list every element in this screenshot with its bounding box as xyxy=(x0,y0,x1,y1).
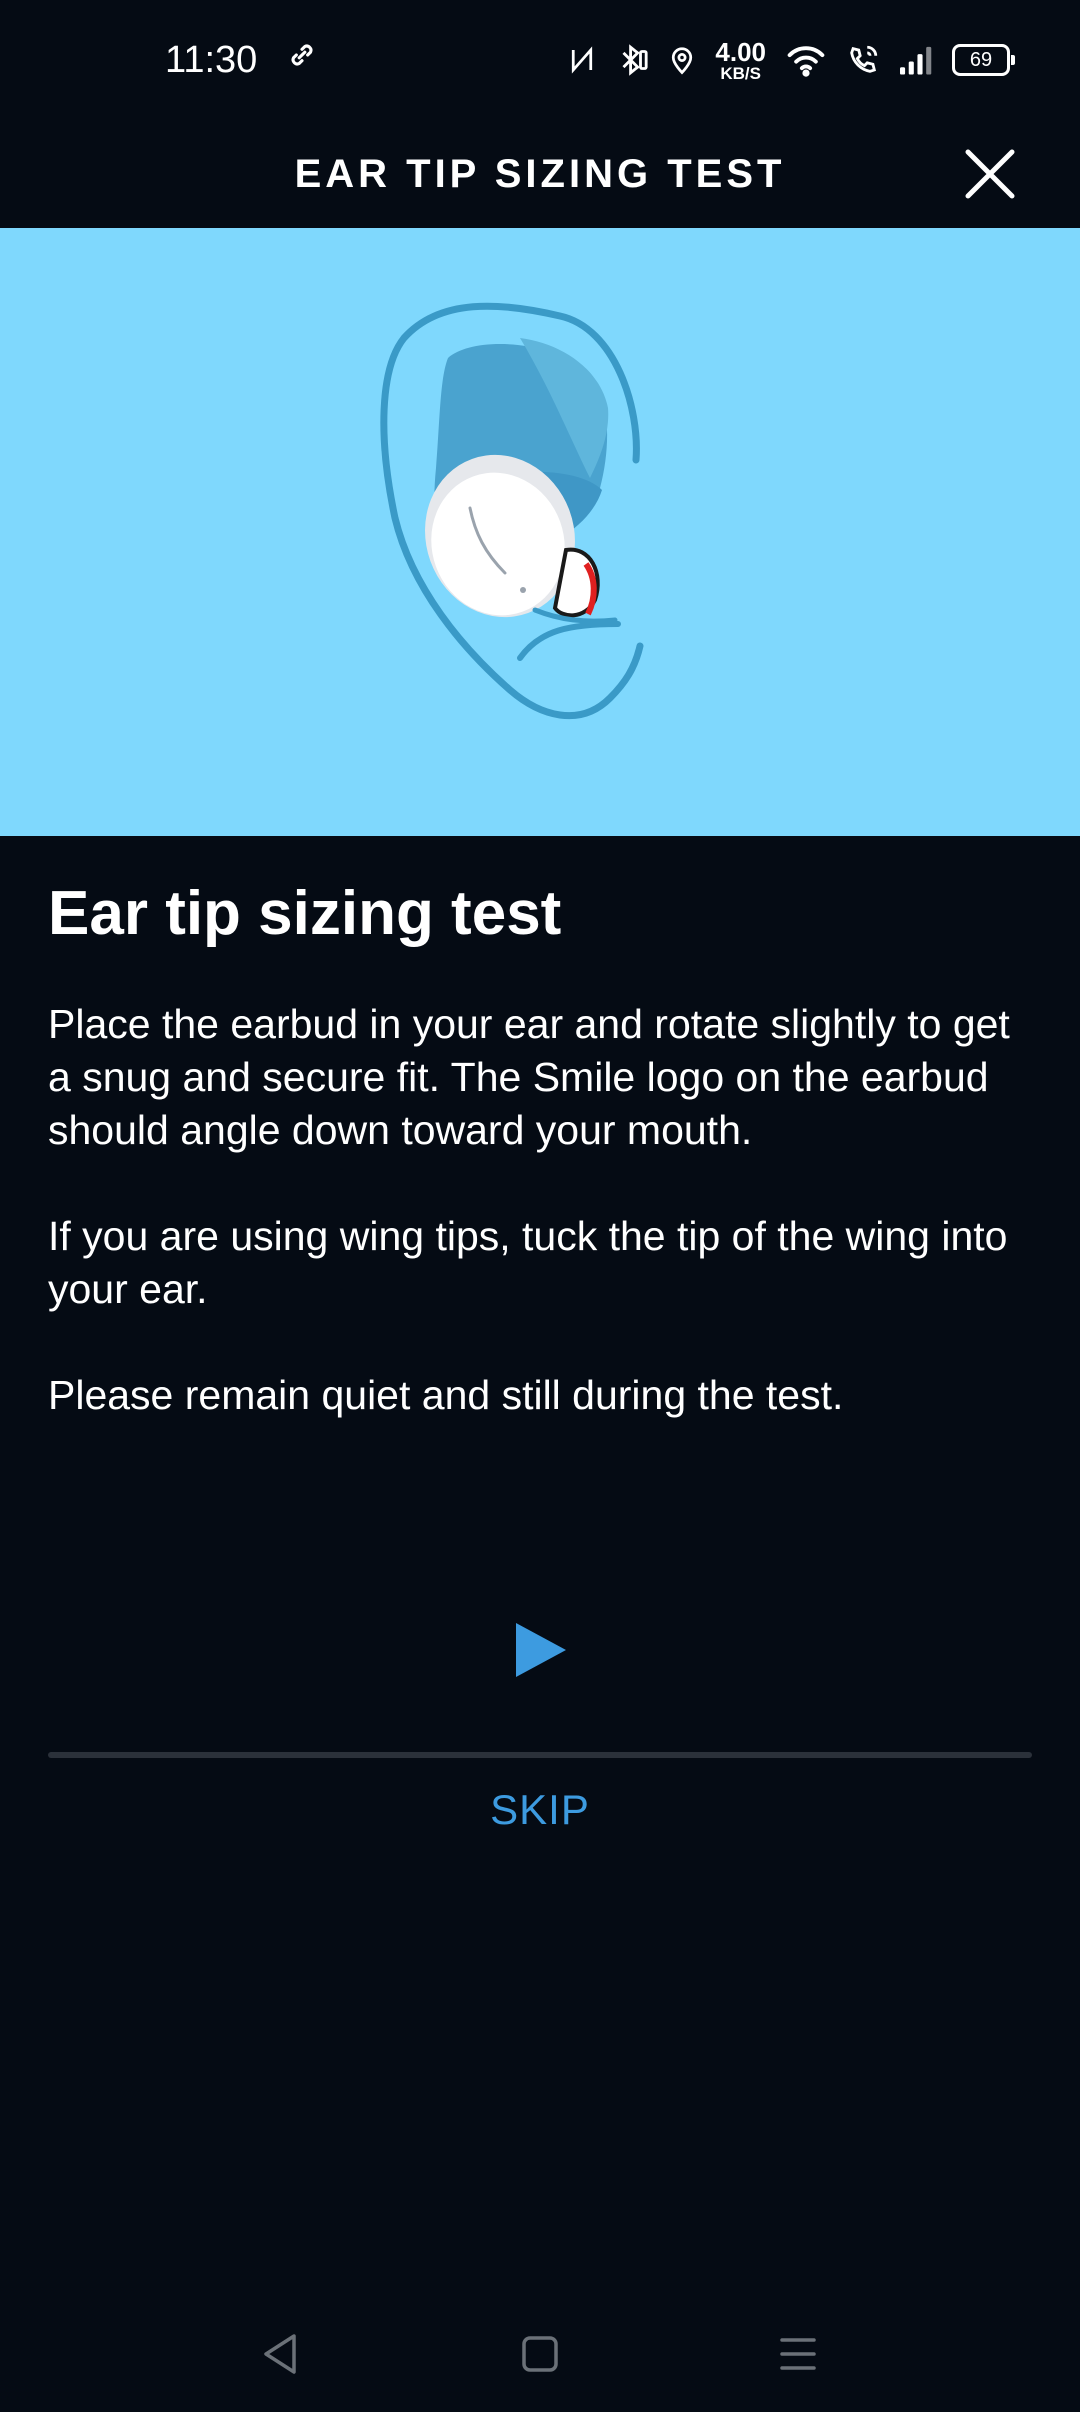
header: EAR TIP SIZING TEST xyxy=(0,120,1080,228)
page-title: Ear tip sizing test xyxy=(48,879,562,948)
instruction-paragraph-1: Place the earbud in your ear and rotate … xyxy=(48,1001,1010,1154)
play-button[interactable] xyxy=(500,1610,580,1690)
recents-button[interactable] xyxy=(768,2324,828,2384)
volte-call-icon xyxy=(846,43,880,77)
location-icon xyxy=(667,42,697,78)
home-icon xyxy=(522,2336,558,2372)
battery-level: 69 xyxy=(969,48,993,71)
system-nav-bar xyxy=(0,2300,1080,2412)
progress-bar xyxy=(48,1752,1032,1758)
bluetooth-icon xyxy=(615,42,649,78)
home-button[interactable] xyxy=(510,2324,570,2384)
main-content: Ear tip sizing test Place the earbud in … xyxy=(48,879,1038,1475)
ear-illustration xyxy=(380,302,644,720)
net-speed-value: 4.00 xyxy=(715,36,766,67)
net-speed-unit: KB/S xyxy=(720,63,761,83)
status-bar: 11:30 4.00 KB/S 69 xyxy=(0,0,1080,120)
back-icon xyxy=(264,2334,296,2374)
hero-illustration xyxy=(0,228,1080,836)
signal-icon xyxy=(898,44,934,76)
net-speed: 4.00 KB/S xyxy=(715,39,766,82)
wifi-icon xyxy=(784,42,828,78)
play-icon xyxy=(516,1623,566,1677)
close-icon xyxy=(965,149,1015,199)
page-header-title: EAR TIP SIZING TEST xyxy=(294,151,786,196)
link-icon xyxy=(285,38,319,82)
instruction-paragraph-2: If you are using wing tips, tuck the tip… xyxy=(48,1213,1008,1313)
skip-button[interactable]: SKIP xyxy=(440,1780,640,1840)
nfc-icon xyxy=(567,43,597,77)
close-button[interactable] xyxy=(962,146,1018,202)
instruction-paragraph-3: Please remain quiet and still during the… xyxy=(48,1372,844,1419)
status-time: 11:30 xyxy=(165,38,258,81)
battery-icon: 69 xyxy=(952,44,1015,76)
back-button[interactable] xyxy=(250,2324,310,2384)
menu-icon xyxy=(780,2338,816,2370)
